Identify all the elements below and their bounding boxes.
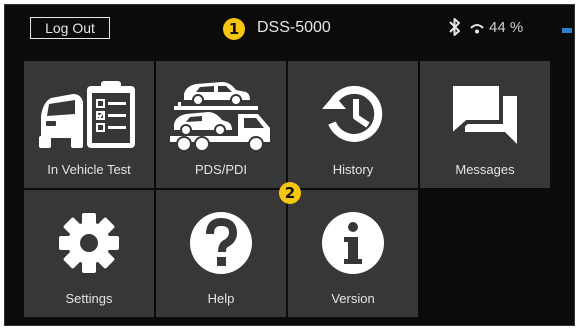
- battery-icon: [562, 28, 572, 33]
- tile-in-vehicle-test[interactable]: In Vehicle Test: [24, 61, 154, 188]
- bluetooth-icon: [449, 18, 460, 36]
- device-screen: Log Out 1 DSS-5000 44 % In Vehicle Test …: [4, 4, 575, 326]
- callout-marker-2: 2: [279, 182, 301, 204]
- wifi-icon: [470, 24, 484, 34]
- tile-settings[interactable]: Settings: [24, 190, 154, 317]
- car-transporter-icon: [156, 73, 286, 155]
- vehicle-checklist-icon: [24, 73, 154, 155]
- device-title: DSS-5000: [257, 19, 331, 36]
- messages-icon: [420, 73, 550, 155]
- tile-version[interactable]: Version: [288, 190, 418, 317]
- tile-label: Messages: [455, 162, 515, 177]
- logout-button[interactable]: Log Out: [30, 17, 110, 39]
- callout-marker-1: 1: [223, 18, 245, 40]
- help-icon: [156, 202, 286, 284]
- tile-label: Help: [207, 291, 235, 306]
- tile-pds-pdi[interactable]: PDS/PDI: [156, 61, 286, 188]
- tile-messages[interactable]: Messages: [420, 61, 550, 188]
- gear-icon: [24, 202, 154, 284]
- tile-history[interactable]: History: [288, 61, 418, 188]
- tile-label: PDS/PDI: [194, 162, 247, 177]
- tile-label: History: [332, 162, 374, 177]
- battery-percentage: 44 %: [489, 19, 524, 36]
- tile-label: In Vehicle Test: [47, 162, 131, 177]
- tile-help[interactable]: Help: [156, 190, 286, 317]
- tile-label: Version: [331, 291, 375, 306]
- info-icon: [288, 202, 418, 284]
- tile-label: Settings: [65, 291, 113, 306]
- history-icon: [288, 73, 418, 155]
- status-bar: Log Out 1 DSS-5000 44 %: [5, 5, 574, 53]
